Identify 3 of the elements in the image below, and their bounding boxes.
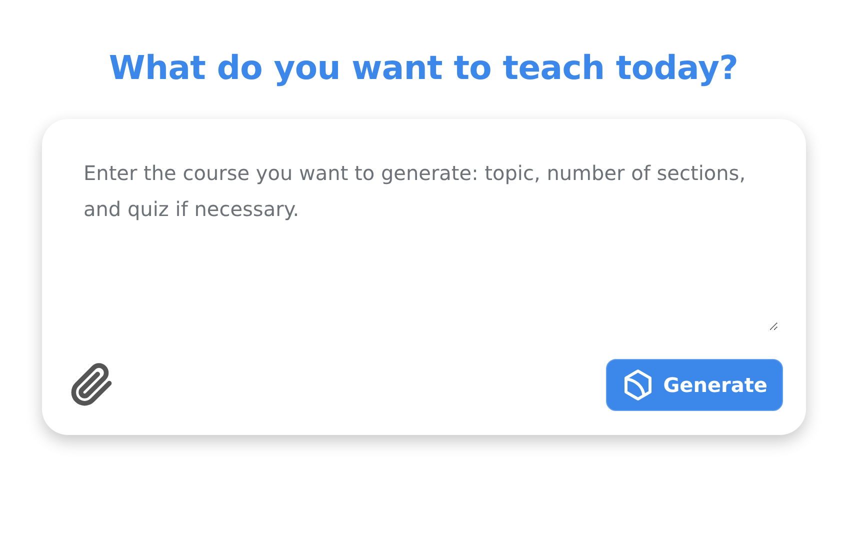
generate-button[interactable]: Generate	[606, 359, 782, 411]
hexagon-icon	[623, 369, 654, 401]
page-heading: What do you want to teach today?	[108, 48, 738, 87]
